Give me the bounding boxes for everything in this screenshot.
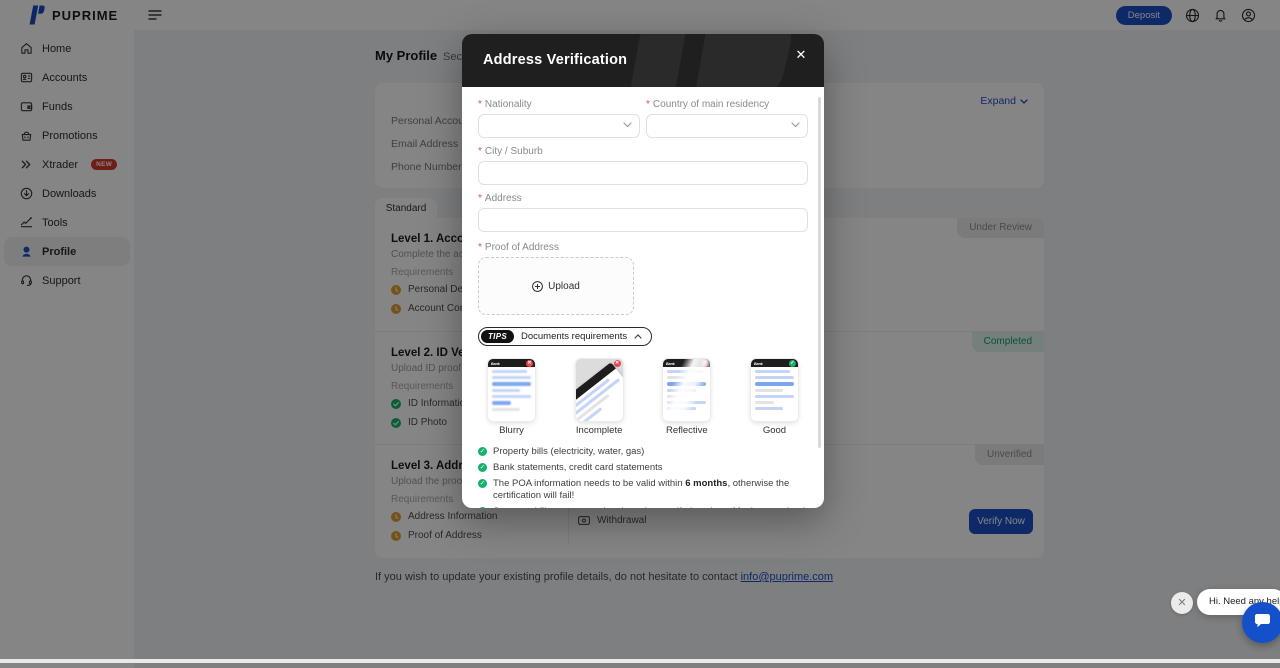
app-root: PUPRIME Deposit: [0, 0, 1280, 668]
check-bullet-icon: ✓: [478, 507, 487, 508]
modal-body: *Nationality *Country of main residency …: [462, 87, 824, 508]
required-mark: *: [478, 242, 482, 253]
tips-toggle[interactable]: TIPS Documents requirements: [478, 327, 652, 346]
required-mark: *: [646, 99, 650, 110]
blurry-doc-image: Bank ✕: [488, 359, 535, 421]
tips-bullet-list: ✓ Property bills (electricity, water, ga…: [478, 446, 808, 508]
good-doc-image: Bank ✓: [751, 359, 798, 421]
example-label: Blurry: [488, 425, 535, 436]
tip-item: ✓ Supported file types: png, jpg, jpeg, …: [478, 506, 808, 508]
example-label: Incomplete: [576, 425, 623, 436]
example-reflective: Bank ✕ Reflective: [663, 359, 710, 436]
example-incomplete: ✕ Incomplete: [576, 359, 623, 436]
chat-button[interactable]: [1242, 602, 1280, 643]
address-label: *Address: [478, 193, 808, 204]
reflective-doc-image: Bank ✕: [663, 359, 710, 421]
address-input[interactable]: [478, 208, 808, 232]
modal-title: Address Verification: [483, 52, 627, 68]
tip-item: ✓ Property bills (electricity, water, ga…: [478, 446, 808, 458]
nationality-label: *Nationality: [478, 99, 640, 110]
example-good: Bank ✓ Good: [751, 359, 798, 436]
error-badge-icon: ✕: [614, 360, 621, 367]
upload-icon: [532, 281, 543, 292]
proof-of-address-label: *Proof of Address: [478, 242, 808, 253]
city-input[interactable]: [478, 161, 808, 185]
example-label: Good: [751, 425, 798, 436]
tip-text: Property bills (electricity, water, gas): [493, 446, 644, 458]
upload-label: Upload: [548, 281, 580, 292]
chat-dismiss-icon[interactable]: ✕: [1171, 592, 1193, 614]
check-bullet-icon: ✓: [478, 447, 487, 456]
country-label: *Country of main residency: [646, 99, 808, 110]
tips-badge: TIPS: [481, 330, 514, 343]
horizontal-scrollbar[interactable]: [0, 659, 1280, 663]
chevron-down-icon: [623, 122, 632, 128]
required-mark: *: [478, 99, 482, 110]
modal-header: Address Verification ✕: [462, 34, 824, 87]
tip-text: Bank statements, credit card statements: [493, 462, 663, 474]
city-label: *City / Suburb: [478, 146, 808, 157]
required-mark: *: [478, 146, 482, 157]
nationality-select[interactable]: [478, 114, 640, 138]
chevron-down-icon: [791, 122, 800, 128]
reflection-glare: [663, 359, 710, 421]
required-mark: *: [478, 193, 482, 204]
tip-text: The POA information needs to be valid wi…: [493, 478, 808, 502]
incomplete-doc-image: ✕: [576, 359, 623, 421]
error-badge-icon: ✕: [526, 360, 533, 367]
chevron-up-icon: [634, 334, 642, 339]
document-examples: Bank ✕ Blurry ✕: [478, 359, 808, 436]
check-bullet-icon: ✓: [478, 463, 487, 472]
tip-item: ✓ The POA information needs to be valid …: [478, 478, 808, 502]
address-verification-modal: Address Verification ✕ *Nationality *Cou…: [462, 34, 824, 508]
chat-bubble-icon: [1253, 614, 1272, 631]
example-label: Reflective: [663, 425, 710, 436]
tip-text: Supported file types: png, jpg, jpeg, bm…: [493, 506, 808, 508]
check-bullet-icon: ✓: [478, 479, 487, 488]
upload-dropzone[interactable]: Upload: [478, 257, 634, 315]
close-icon[interactable]: ✕: [793, 47, 809, 63]
country-select[interactable]: [646, 114, 808, 138]
ok-badge-icon: ✓: [789, 360, 796, 367]
example-blurry: Bank ✕ Blurry: [488, 359, 535, 436]
tips-label: Documents requirements: [521, 331, 627, 342]
tip-item: ✓ Bank statements, credit card statement…: [478, 462, 808, 474]
modal-scrollbar[interactable]: [818, 97, 821, 448]
